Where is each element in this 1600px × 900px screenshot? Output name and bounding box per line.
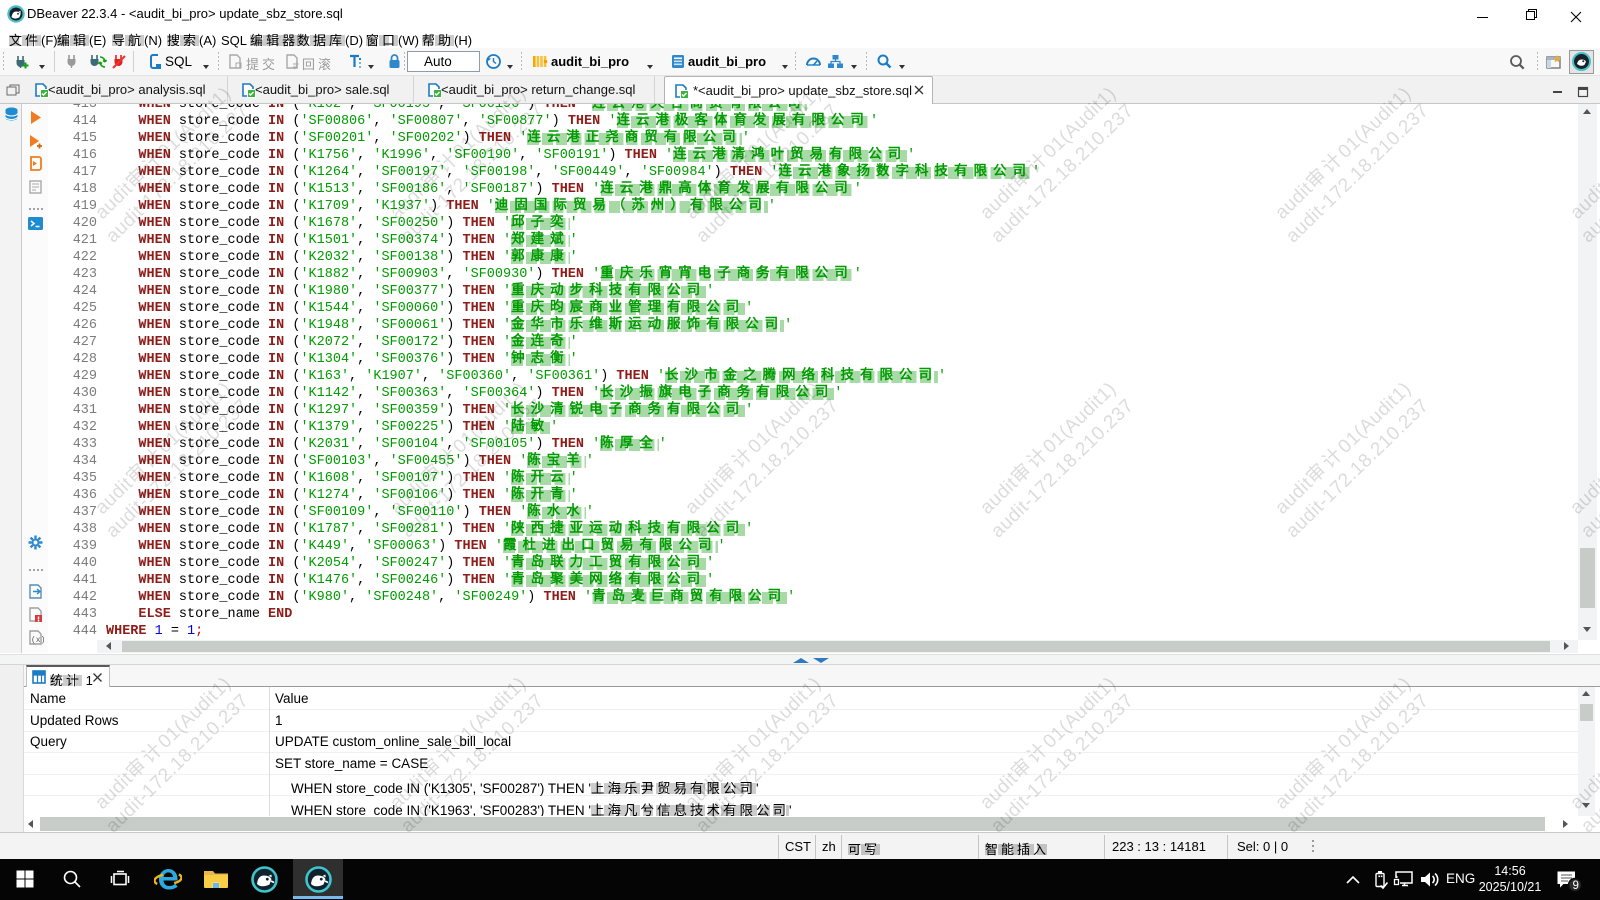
- svg-text:9: 9: [1573, 880, 1579, 892]
- svg-text:(x): (x): [31, 636, 44, 645]
